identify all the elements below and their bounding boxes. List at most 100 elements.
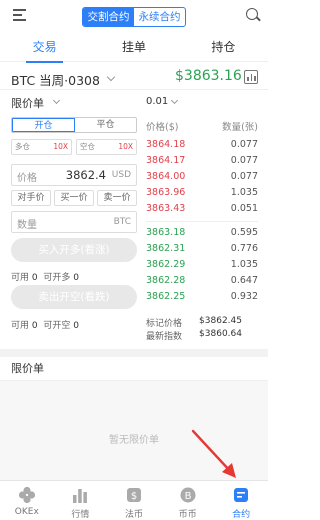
chevron-down-icon[interactable] (106, 72, 116, 82)
nav-label: OKEx (14, 507, 39, 517)
quantity-label: 数量 (17, 220, 37, 231)
ask-qty: 1.035 (230, 187, 258, 198)
best-ask-button[interactable]: 卖一价 (97, 190, 137, 206)
nav-spot[interactable]: B 币币 (161, 481, 215, 520)
short-leverage-label: 空仓 (80, 142, 95, 151)
mark-price-row: 标记价格 $3862.45 (146, 316, 258, 329)
bid-price: 3862.25 (146, 291, 186, 302)
nav-okex[interactable]: OKEx (0, 481, 54, 520)
ask-qty: 0.077 (230, 139, 258, 150)
tab-close-position[interactable]: 平仓 (75, 118, 136, 132)
depth-selector[interactable]: 0.01 (146, 96, 168, 107)
quick-price-buttons: 对手价 买一价 卖一价 (11, 190, 137, 206)
price-value[interactable]: 3862.4 (66, 168, 106, 182)
available-value: 0 (31, 273, 38, 283)
long-leverage-selector[interactable]: 多仓 10X (11, 139, 72, 155)
ask-price: 3864.17 (146, 155, 186, 166)
price-label: 价格 (17, 173, 37, 184)
counterparty-price-button[interactable]: 对手价 (11, 190, 51, 206)
ask-row[interactable]: 3864.18 0.077 (146, 137, 258, 153)
top-bar: 交割合约 永续合约 (0, 0, 268, 34)
available-label: 可用 (11, 273, 30, 283)
tab-open-position[interactable]: 开仓 (12, 118, 75, 132)
contract-icon (234, 488, 249, 502)
chevron-down-icon[interactable] (170, 96, 179, 105)
available-label: 可用 (11, 321, 30, 331)
tab-trade[interactable]: 交易 (0, 34, 89, 63)
okex-logo-icon (18, 486, 35, 504)
contract-type-switch: 交割合约 永续合约 (82, 7, 186, 27)
index-price-label: 最新指数 (146, 332, 183, 342)
bid-price: 3862.31 (146, 243, 186, 254)
chevron-down-icon[interactable] (52, 96, 61, 105)
instrument-selector[interactable]: BTC 当周·0308 (11, 70, 100, 89)
kline-chart-icon[interactable] (244, 70, 258, 84)
bottom-nav: OKEx 行情 $ 法币 B 币币 合约 (0, 480, 268, 520)
bid-qty: 0.776 (230, 243, 258, 254)
bid-qty: 0.647 (230, 275, 258, 286)
price-unit: USD (111, 170, 131, 180)
nav-market[interactable]: 行情 (54, 481, 108, 520)
sell-open-short-button[interactable]: 卖出开空(看跌) (11, 285, 137, 309)
bid-row[interactable]: 3862.29 1.035 (146, 257, 258, 273)
nav-contract[interactable]: 合约 (214, 481, 268, 520)
main-tabs: 交易 挂单 持仓 (0, 34, 268, 63)
tab-perpetual-contract[interactable]: 永续合约 (134, 8, 185, 26)
can-long-label: 可开多 (43, 273, 71, 283)
buy-open-long-button[interactable]: 买入开多(看涨) (11, 238, 137, 262)
available-short-info: 可用 0 可开空 0 (11, 318, 79, 331)
ask-price: 3863.96 (146, 187, 186, 198)
annotation-arrow-icon (191, 429, 236, 478)
svg-text:B: B (184, 491, 191, 502)
tab-delivery-contract[interactable]: 交割合约 (83, 8, 134, 26)
nav-label: 合约 (232, 510, 251, 520)
nav-label: 行情 (71, 510, 90, 520)
bitcoin-icon: B (180, 487, 196, 503)
bid-qty: 0.932 (230, 291, 258, 302)
ask-qty: 0.051 (230, 203, 258, 214)
menu-icon[interactable] (13, 9, 26, 21)
long-leverage-value: 10X (53, 142, 68, 151)
depth-value: 0.01 (146, 96, 169, 107)
quantity-input[interactable]: 数量 BTC (11, 211, 137, 233)
ask-row[interactable]: 3864.17 0.077 (146, 153, 258, 169)
search-icon[interactable] (246, 8, 258, 20)
orderbook-price-header: 价格($) (146, 122, 179, 133)
svg-text:$: $ (131, 491, 137, 502)
long-leverage-label: 多仓 (15, 142, 30, 151)
ask-price: 3864.00 (146, 171, 186, 182)
bid-row[interactable]: 3862.25 0.932 (146, 289, 258, 305)
ask-qty: 0.077 (230, 171, 258, 182)
ask-qty: 0.077 (230, 155, 258, 166)
index-price-row: 最新指数 $3860.64 (146, 329, 258, 342)
ask-row[interactable]: 3863.96 1.035 (146, 185, 258, 201)
open-close-switch: 开仓 平仓 (11, 117, 137, 133)
ask-row[interactable]: 3863.43 0.051 (146, 201, 258, 217)
available-value: 0 (31, 321, 38, 331)
short-leverage-selector[interactable]: 空仓 10X (76, 139, 137, 155)
nav-fiat[interactable]: $ 法币 (107, 481, 161, 520)
bid-row[interactable]: 3862.28 0.647 (146, 273, 258, 289)
can-short-value: 0 (73, 321, 79, 331)
bid-price: 3862.29 (146, 259, 186, 270)
fiat-coin-icon: $ (126, 488, 141, 502)
ask-price: 3863.43 (146, 203, 186, 214)
best-bid-button[interactable]: 买一价 (54, 190, 94, 206)
order-type-selector[interactable]: 限价单 (11, 95, 44, 111)
tab-open-orders[interactable]: 挂单 (89, 34, 178, 61)
quantity-unit: BTC (113, 217, 131, 227)
price-input[interactable]: 价格 3862.4 USD (11, 164, 137, 186)
section-separator (0, 349, 268, 357)
available-long-info: 可用 0 可开多 0 (11, 270, 79, 283)
ask-price: 3864.18 (146, 139, 186, 150)
tab-positions[interactable]: 持仓 (179, 34, 268, 61)
nav-label: 币币 (178, 510, 197, 520)
bid-row[interactable]: 3862.31 0.776 (146, 241, 258, 257)
bid-price: 3863.18 (146, 227, 186, 238)
last-price: $3863.16 (175, 68, 242, 84)
ask-row[interactable]: 3864.00 0.077 (146, 169, 258, 185)
divider (0, 89, 268, 90)
spread-divider (146, 221, 258, 222)
nav-label: 法币 (124, 510, 143, 520)
bid-row[interactable]: 3863.18 0.595 (146, 225, 258, 241)
